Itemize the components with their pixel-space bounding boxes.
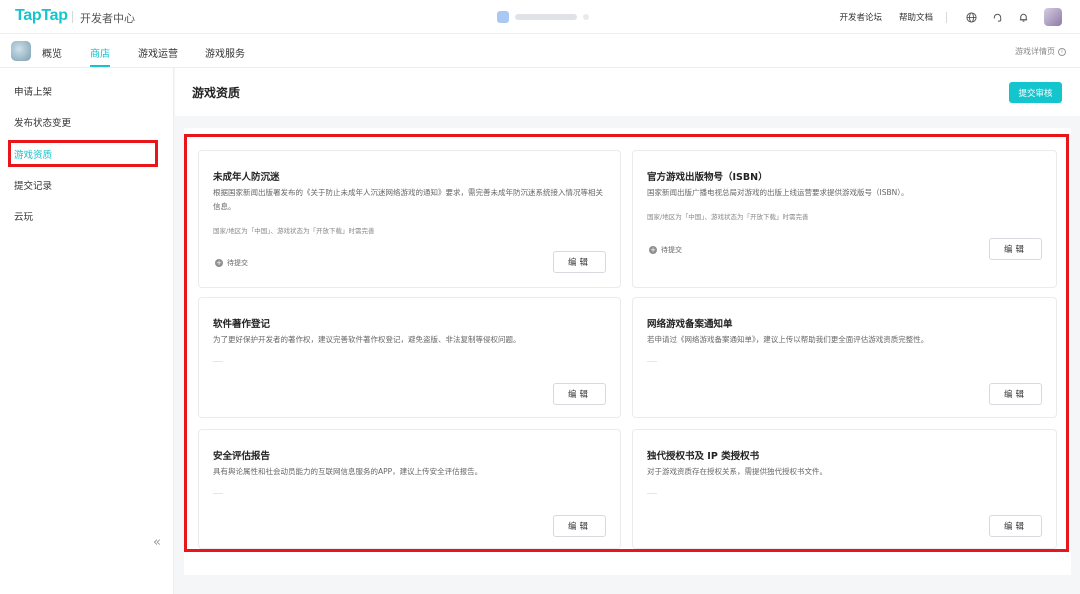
card-anti-addiction: 未成年人防沉迷 根据国家新闻出版署发布的《关于防止未成年人沉迷网络游戏的通知》要… — [198, 150, 621, 288]
game-selector[interactable] — [497, 10, 589, 24]
tab-game-services[interactable]: 游戏服务 — [205, 45, 245, 60]
chevron-down-icon — [583, 14, 589, 20]
card-title: 未成年人防沉迷 — [213, 172, 280, 183]
sidebar-item-game-qualification[interactable]: 游戏资质 — [14, 147, 52, 161]
edit-button[interactable]: 编辑 — [989, 515, 1042, 537]
edit-button[interactable]: 编辑 — [989, 383, 1042, 405]
card-title: 独代授权书及 IP 类授权书 — [647, 451, 760, 462]
edit-button[interactable]: 编辑 — [553, 383, 606, 405]
edit-button[interactable]: 编辑 — [989, 238, 1042, 260]
pending-icon: + — [215, 259, 223, 267]
developer-forum-link[interactable]: 开发者论坛 — [839, 11, 882, 23]
header-actions: 开发者论坛 帮助文档 — [839, 0, 1062, 34]
status-text: 待提交 — [661, 246, 682, 254]
tab-game-operations[interactable]: 游戏运营 — [138, 45, 178, 60]
submit-review-button[interactable]: 提交审核 — [1009, 82, 1062, 103]
card-note: 国家/地区为「中国」、游戏状态为「开放下载」时需完善 — [647, 213, 809, 221]
sidebar-item-cloud-play[interactable]: 云玩 — [14, 209, 33, 223]
edit-button[interactable]: 编辑 — [553, 251, 606, 273]
info-icon: i — [1058, 47, 1066, 56]
empty-placeholder — [647, 493, 657, 494]
card-description: 国家新闻出版广播电视总局对游戏的出版上线运营要求提供游戏版号（ISBN）。 — [647, 188, 909, 197]
card-title: 软件著作登记 — [213, 319, 271, 330]
taptap-logo[interactable]: TapTap — [15, 7, 68, 25]
user-avatar[interactable] — [1044, 8, 1062, 26]
globe-icon[interactable] — [965, 11, 977, 23]
game-detail-link[interactable]: 游戏详情页 i — [1015, 46, 1066, 57]
empty-placeholder — [213, 493, 223, 494]
card-software-copyright: 软件著作登记 为了更好保护开发者的著作权，建议完善软件著作权登记，避免盗版、非法… — [198, 297, 621, 418]
sidebar: 申请上架 发布状态变更 游戏资质 提交记录 云玩 « — [0, 68, 174, 594]
empty-placeholder — [213, 361, 223, 362]
tab-store[interactable]: 商店 — [90, 45, 110, 60]
sub-navigation: 概览 商店 游戏运营 游戏服务 游戏详情页 i — [0, 34, 1080, 68]
card-note: 国家/地区为「中国」、游戏状态为「开放下载」时需完善 — [213, 227, 375, 235]
game-avatar — [11, 41, 31, 61]
developer-center-title: 开发者中心 — [80, 12, 135, 25]
headset-icon[interactable] — [991, 11, 1003, 23]
card-description: 根据国家新闻出版署发布的《关于防止未成年人沉迷网络游戏的通知》要求，需完善未成年… — [213, 188, 603, 211]
card-description: 为了更好保护开发者的著作权，建议完善软件著作权登记，避免盗版、非法复制等侵权问题… — [213, 335, 521, 344]
content-header: 游戏资质 提交审核 — [175, 68, 1080, 116]
tab-overview[interactable]: 概览 — [42, 45, 62, 60]
card-description: 若申请过《网络游戏备案通知单》，建议上传以帮助我们更全面评估游戏资质完整性。 — [647, 335, 929, 344]
card-online-game-filing: 网络游戏备案通知单 若申请过《网络游戏备案通知单》，建议上传以帮助我们更全面评估… — [632, 297, 1057, 418]
status-badge: + 待提交 — [649, 245, 682, 255]
collapse-sidebar-icon[interactable]: « — [153, 535, 161, 550]
sidebar-item-apply-listing[interactable]: 申请上架 — [14, 84, 52, 98]
card-title: 官方游戏出版物号（ISBN） — [647, 172, 768, 183]
card-description: 对于游戏资质存在授权关系，需提供独代授权书文件。 — [647, 467, 827, 476]
game-detail-label: 游戏详情页 — [1015, 47, 1055, 56]
help-docs-link[interactable]: 帮助文档 — [899, 11, 933, 23]
active-tab-indicator — [90, 65, 110, 67]
qualification-panel: 未成年人防沉迷 根据国家新闻出版署发布的《关于防止未成年人沉迷网络游戏的通知》要… — [184, 128, 1071, 575]
empty-placeholder — [647, 361, 657, 362]
card-title: 安全评估报告 — [213, 451, 271, 462]
status-badge: + 待提交 — [215, 258, 248, 268]
card-isbn: 官方游戏出版物号（ISBN） 国家新闻出版广播电视总局对游戏的出版上线运营要求提… — [632, 150, 1057, 288]
page-title: 游戏资质 — [192, 86, 241, 100]
card-title: 网络游戏备案通知单 — [647, 319, 733, 330]
game-icon — [497, 11, 509, 23]
card-security-assessment: 安全评估报告 具有舆论属性和社会动员能力的互联网信息服务的APP，建议上传安全评… — [198, 429, 621, 549]
header-divider — [946, 11, 947, 23]
edit-button[interactable]: 编辑 — [553, 515, 606, 537]
top-header: TapTap 开发者中心 开发者论坛 帮助文档 — [0, 0, 1080, 34]
pending-icon: + — [649, 246, 657, 254]
game-name-blurred — [515, 14, 577, 20]
status-text: 待提交 — [227, 259, 248, 267]
bell-icon[interactable] — [1017, 11, 1029, 23]
logo-divider — [72, 11, 73, 23]
sidebar-item-release-status[interactable]: 发布状态变更 — [14, 115, 71, 129]
card-license-authorization: 独代授权书及 IP 类授权书 对于游戏资质存在授权关系，需提供独代授权书文件。 … — [632, 429, 1057, 549]
sidebar-item-submission-records[interactable]: 提交记录 — [14, 178, 52, 192]
card-description: 具有舆论属性和社会动员能力的互联网信息服务的APP，建议上传安全评估报告。 — [213, 467, 483, 476]
